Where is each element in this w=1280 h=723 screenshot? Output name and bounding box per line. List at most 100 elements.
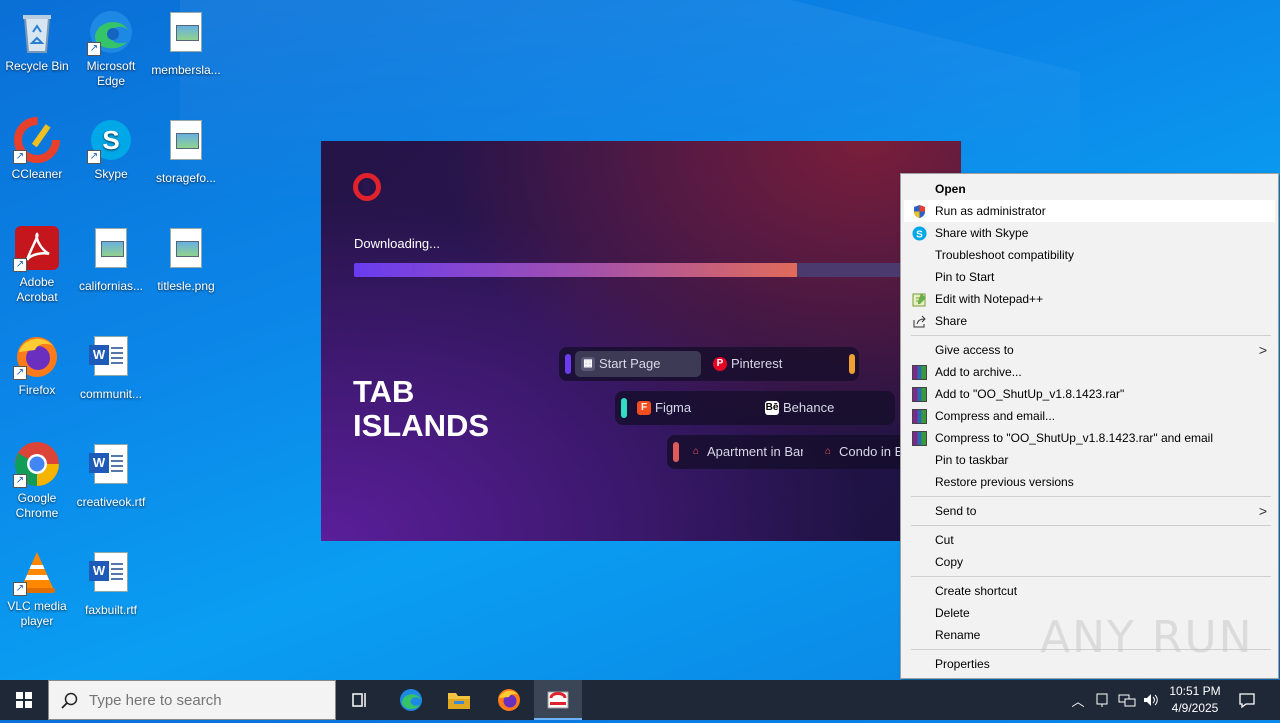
shortcut-arrow-icon: ↗ (13, 582, 27, 596)
skype-icon: S ↗ (87, 116, 135, 164)
menu-item-run-as-administrator[interactable]: Run as administrator (904, 200, 1275, 222)
task-view-icon (352, 693, 366, 707)
menu-item-pin-to-taskbar[interactable]: Pin to taskbar (904, 449, 1275, 471)
taskbar-clock[interactable]: 10:51 PM 4/9/2025 (1160, 683, 1230, 717)
desktop: Recycle Bin ↗ CCleaner ↗ Adobe Acrobat ↗… (0, 0, 1280, 680)
svg-text:S: S (102, 125, 119, 155)
anyrun-watermark: ANY RUN (1040, 612, 1254, 663)
desktop-icon-vlc[interactable]: ↗ VLC media player (0, 548, 74, 629)
desktop-icon-adobe-acrobat[interactable]: ↗ Adobe Acrobat (0, 224, 74, 305)
context-menu: Open Run as administrator S Share with S… (900, 173, 1279, 679)
menu-item-share-with-skype[interactable]: S Share with Skype (904, 222, 1275, 244)
tray-network[interactable] (1116, 680, 1138, 720)
menu-item-add-to-rar[interactable]: Add to "OO_ShutUp_v1.8.1423.rar" (904, 383, 1275, 405)
winrar-icon (912, 431, 927, 446)
tab-figma: F Figma (631, 395, 757, 421)
menu-item-share[interactable]: Share (904, 310, 1275, 332)
airbnb-icon: ⌂ (824, 446, 832, 457)
notepad-plus-plus-icon (912, 292, 927, 307)
figma-icon: F (637, 401, 651, 415)
desktop-icon-membersla[interactable]: membersla... (149, 8, 223, 78)
desktop-icon-ccleaner[interactable]: ↗ CCleaner (0, 116, 74, 182)
firefox-icon: ↗ (13, 332, 61, 380)
opera-installer-window[interactable]: Downloading... TAB ISLANDS ▦ Start Page … (321, 141, 961, 541)
desktop-icon-recycle-bin[interactable]: Recycle Bin (0, 8, 74, 74)
start-button[interactable] (0, 680, 48, 720)
download-progress-fill (354, 263, 797, 277)
image-file-icon (170, 12, 202, 52)
winrar-icon (912, 387, 927, 402)
shortcut-arrow-icon: ↗ (13, 474, 27, 488)
menu-item-open[interactable]: Open (904, 178, 1275, 200)
opera-logo-icon (353, 173, 381, 201)
taskbar-edge[interactable] (387, 680, 435, 720)
desktop-icon-microsoft-edge[interactable]: ↗ Microsoft Edge (74, 8, 148, 89)
menu-item-compress-and-email[interactable]: Compress and email... (904, 405, 1275, 427)
firefox-icon (498, 689, 520, 711)
taskbar-search-box[interactable] (48, 680, 336, 720)
tray-overflow-button[interactable]: ︿ (1068, 680, 1088, 720)
tray-volume[interactable] (1140, 680, 1162, 720)
skype-icon: S (912, 226, 927, 241)
uac-shield-icon (912, 204, 927, 219)
menu-item-edit-notepad[interactable]: Edit with Notepad++ (904, 288, 1275, 310)
shortcut-arrow-icon: ↗ (87, 42, 101, 56)
desktop-icon-firefox[interactable]: ↗ Firefox (0, 332, 74, 398)
menu-item-compress-rar-email[interactable]: Compress to "OO_ShutUp_v1.8.1423.rar" an… (904, 427, 1275, 449)
menu-item-troubleshoot[interactable]: Troubleshoot compatibility (904, 244, 1275, 266)
vlc-icon: ↗ (13, 548, 61, 596)
desktop-icon-californias[interactable]: californias... (74, 224, 148, 294)
menu-separator (911, 496, 1271, 497)
windows-logo-icon (16, 692, 32, 708)
word-file-icon: W (89, 444, 128, 484)
task-view-button[interactable] (336, 680, 384, 720)
network-icon (1118, 694, 1136, 707)
installer-icon (547, 691, 569, 709)
menu-item-send-to[interactable]: Send to > (904, 500, 1275, 522)
share-icon (912, 314, 927, 329)
desktop-icon-skype[interactable]: S ↗ Skype (74, 116, 148, 182)
taskbar-firefox[interactable] (485, 680, 533, 720)
notification-center-button[interactable] (1232, 680, 1262, 720)
edge-icon: ↗ (87, 8, 135, 56)
airbnb-icon: ⌂ (692, 446, 700, 457)
image-file-icon (95, 228, 127, 268)
winrar-icon (912, 365, 927, 380)
menu-item-restore-previous-versions[interactable]: Restore previous versions (904, 471, 1275, 493)
menu-item-give-access-to[interactable]: Give access to > (904, 339, 1275, 361)
chevron-up-icon: ︿ (1071, 693, 1085, 709)
desktop-icon-storagefo[interactable]: storagefo... (149, 116, 223, 186)
menu-item-cut[interactable]: Cut (904, 529, 1275, 551)
menu-separator (911, 525, 1271, 526)
tab-island-2: F Figma Bē Behance (615, 391, 895, 425)
tab-island-1: ▦ Start Page P Pinterest (559, 347, 859, 381)
svg-text:S: S (916, 230, 923, 241)
search-input[interactable] (87, 691, 331, 710)
taskbar: ︿ 10:51 PM 4/9/2025 (0, 680, 1280, 720)
tray-device-icon[interactable] (1092, 680, 1112, 720)
desktop-icon-creativeok[interactable]: W creativeok.rtf (74, 440, 148, 510)
word-file-icon: W (89, 336, 128, 376)
menu-item-copy[interactable]: Copy (904, 551, 1275, 573)
image-file-icon (170, 228, 202, 268)
image-file-icon (170, 120, 202, 160)
shortcut-arrow-icon: ↗ (13, 366, 27, 380)
desktop-icon-faxbuilt[interactable]: W faxbuilt.rtf (74, 548, 148, 618)
taskbar-file-explorer[interactable] (435, 680, 483, 720)
menu-separator (911, 335, 1271, 336)
menu-item-pin-to-start[interactable]: Pin to Start (904, 266, 1275, 288)
shortcut-arrow-icon: ↗ (13, 150, 27, 164)
desktop-icon-communit[interactable]: W communit... (74, 332, 148, 402)
desktop-icon-google-chrome[interactable]: ↗ Google Chrome (0, 440, 74, 521)
menu-item-add-to-archive[interactable]: Add to archive... (904, 361, 1275, 383)
download-progress-bar (354, 263, 944, 277)
download-status: Downloading... (354, 236, 440, 251)
tab-pinterest: P Pinterest (707, 351, 833, 377)
taskbar-opera-installer[interactable] (534, 680, 582, 720)
promo-title: TAB ISLANDS (353, 374, 490, 443)
word-file-icon: W (89, 552, 128, 592)
grid-icon: ▦ (581, 357, 595, 371)
desktop-icon-titlesle[interactable]: titlesle.png (149, 224, 223, 294)
menu-item-create-shortcut[interactable]: Create shortcut (904, 580, 1275, 602)
menu-separator (911, 576, 1271, 577)
